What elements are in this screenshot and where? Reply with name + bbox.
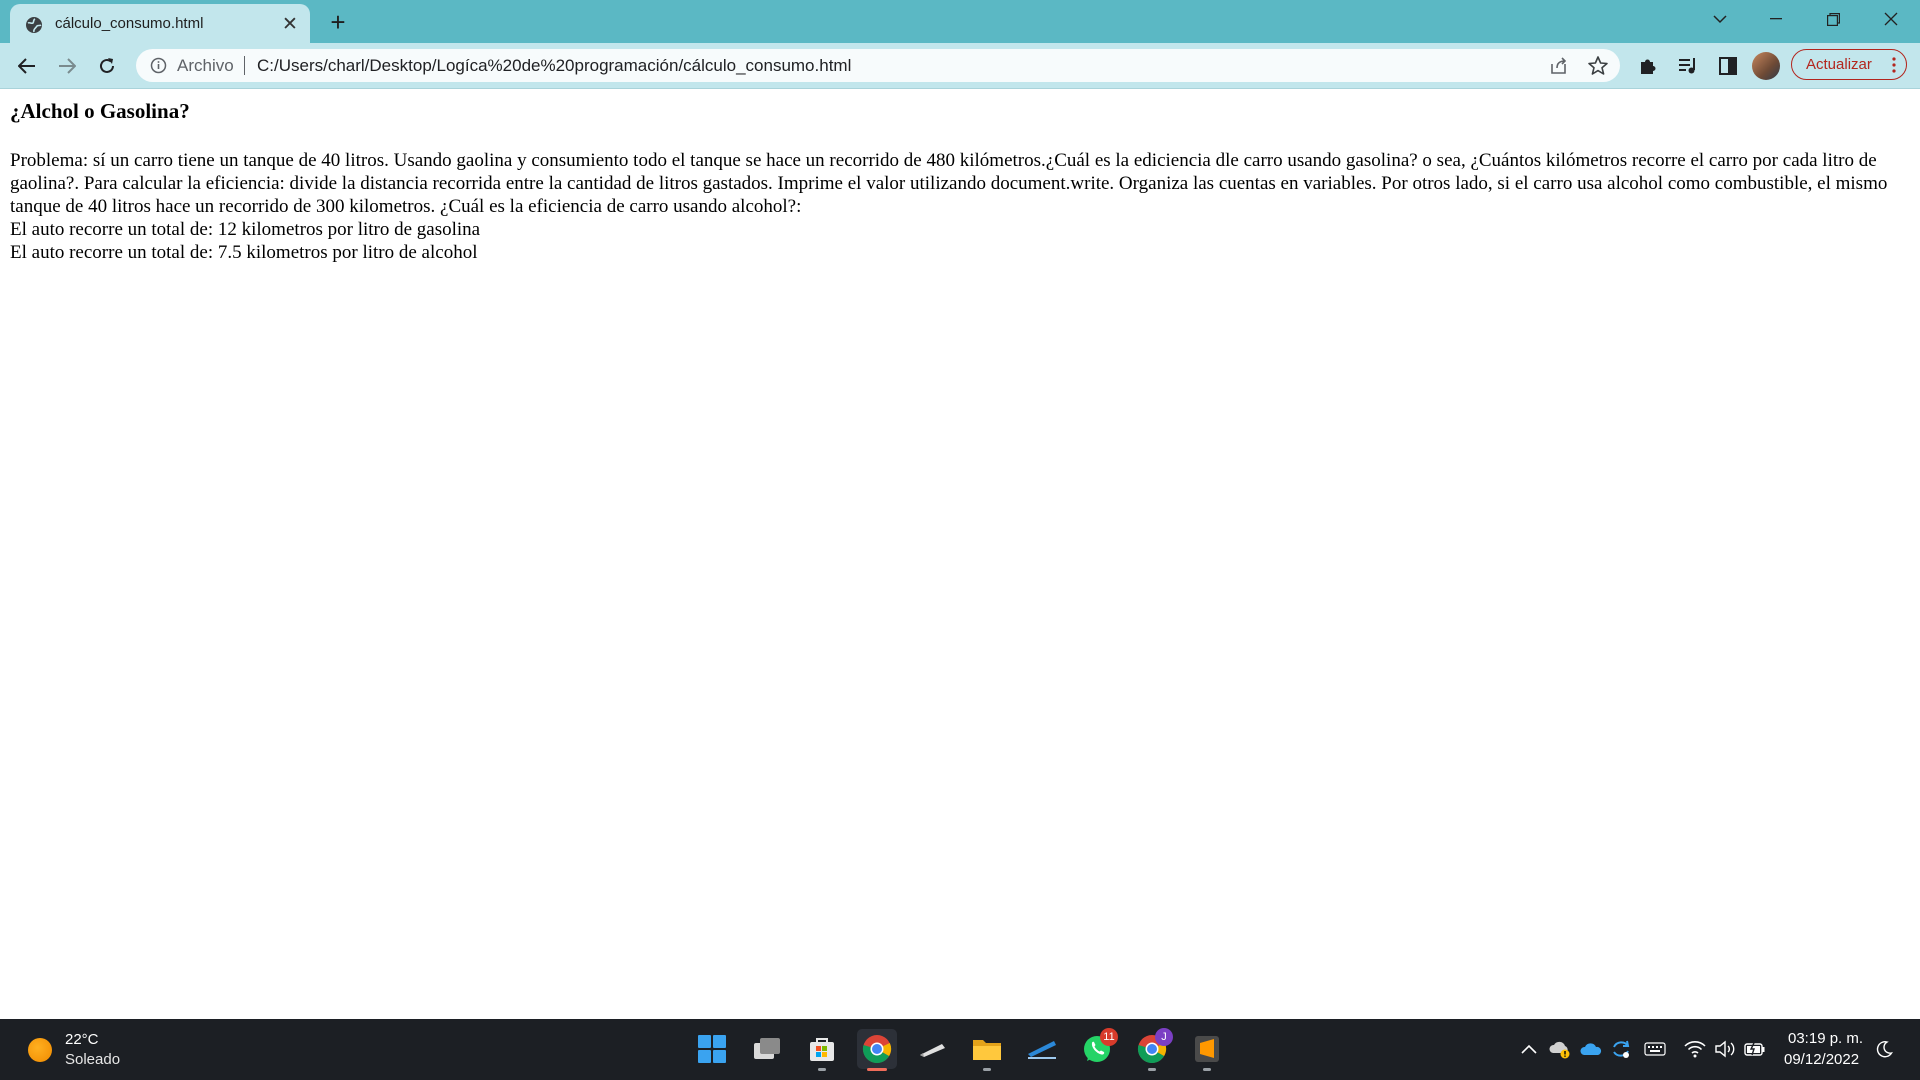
sublime-text-icon[interactable] bbox=[1187, 1029, 1227, 1071]
extensions-button[interactable] bbox=[1632, 50, 1664, 82]
app-running-indicator bbox=[1203, 1068, 1211, 1071]
reload-button[interactable] bbox=[91, 50, 123, 82]
page-content: ¿Alchol o Gasolina? Problema: sí un carr… bbox=[0, 89, 1920, 1019]
update-button[interactable]: Actualizar bbox=[1791, 49, 1907, 80]
back-button[interactable] bbox=[11, 50, 43, 82]
arrow-left-icon bbox=[18, 58, 35, 74]
tab-search-chevron-icon[interactable] bbox=[1692, 0, 1748, 38]
sun-icon bbox=[28, 1038, 52, 1062]
more-vert-icon bbox=[1892, 57, 1896, 73]
app-running-indicator bbox=[1148, 1068, 1156, 1071]
weather-condition: Soleado bbox=[65, 1051, 121, 1068]
chrome-profile-icon[interactable]: J bbox=[1132, 1028, 1173, 1071]
playlist-icon bbox=[1679, 58, 1695, 74]
close-tab-icon[interactable]: ✕ bbox=[280, 14, 300, 35]
scheme-label: Archivo bbox=[177, 56, 234, 75]
whatsapp-icon[interactable]: 11 bbox=[1077, 1028, 1118, 1069]
taskbar: 22°C Soleado 11 J 03:19 p. m. 09/12/2022 bbox=[0, 1019, 1920, 1080]
onedrive-icon[interactable] bbox=[1580, 1038, 1602, 1060]
browser-tab[interactable]: cálculo_consumo.html ✕ bbox=[10, 4, 310, 43]
address-bar[interactable]: Archivo C:/Users/charl/Desktop/Logíca%20… bbox=[136, 49, 1620, 82]
close-window-button[interactable] bbox=[1863, 0, 1919, 38]
share-icon[interactable] bbox=[1548, 55, 1570, 77]
app-running-indicator bbox=[983, 1068, 991, 1071]
task-view-icon[interactable] bbox=[747, 1029, 787, 1069]
bookmark-star-icon[interactable] bbox=[1587, 55, 1609, 77]
clock-date[interactable]: 09/12/2022 bbox=[1784, 1051, 1859, 1068]
url-text[interactable]: C:/Users/charl/Desktop/Logíca%20de%20pro… bbox=[257, 56, 851, 76]
clock-time[interactable]: 03:19 p. m. bbox=[1788, 1030, 1863, 1047]
volume-icon[interactable] bbox=[1714, 1038, 1736, 1060]
info-icon[interactable] bbox=[150, 57, 167, 74]
alcohol-result: El auto recorre un total de: 7.5 kilomet… bbox=[10, 242, 478, 263]
browser-toolbar: Archivo C:/Users/charl/Desktop/Logíca%20… bbox=[0, 43, 1920, 89]
update-button-label: Actualizar bbox=[1806, 56, 1872, 73]
tab-strip: cálculo_consumo.html ✕ + bbox=[0, 0, 1920, 43]
sync-icon[interactable] bbox=[1610, 1038, 1632, 1060]
profile-avatar[interactable] bbox=[1752, 52, 1780, 80]
forward-button[interactable] bbox=[51, 50, 83, 82]
page-heading: ¿Alchol o Gasolina? bbox=[10, 99, 190, 123]
chrome-icon[interactable] bbox=[857, 1029, 897, 1071]
keyboard-icon[interactable] bbox=[1644, 1038, 1666, 1060]
globe-icon bbox=[26, 17, 42, 33]
onedrive-warning-icon[interactable] bbox=[1549, 1038, 1571, 1060]
problem-statement: Problema: sí un carro tiene un tanque de… bbox=[10, 150, 1888, 217]
weather-temperature: 22°C bbox=[65, 1031, 99, 1048]
address-separator bbox=[244, 56, 245, 75]
new-tab-button[interactable]: + bbox=[324, 7, 352, 37]
arrow-right-icon bbox=[59, 58, 76, 74]
file-explorer-icon[interactable] bbox=[967, 1029, 1007, 1071]
unread-badge: 11 bbox=[1100, 1028, 1118, 1046]
media-controls-button[interactable] bbox=[1672, 50, 1704, 82]
wifi-icon[interactable] bbox=[1684, 1038, 1706, 1060]
puzzle-icon bbox=[1641, 59, 1656, 74]
tab-title: cálculo_consumo.html bbox=[55, 15, 204, 32]
stylus-app-icon[interactable] bbox=[1022, 1029, 1062, 1069]
minimize-button[interactable] bbox=[1748, 0, 1804, 38]
chevron-up-icon[interactable] bbox=[1518, 1038, 1540, 1060]
cloud-app-icon[interactable] bbox=[912, 1029, 952, 1069]
profile-badge: J bbox=[1155, 1028, 1173, 1046]
app-active-indicator bbox=[867, 1068, 887, 1071]
app-running-indicator bbox=[818, 1068, 826, 1071]
gasoline-result: El auto recorre un total de: 12 kilometr… bbox=[10, 219, 481, 240]
battery-charging-icon[interactable] bbox=[1744, 1038, 1766, 1060]
notifications-moon-icon[interactable] bbox=[1873, 1038, 1895, 1060]
side-panel-button[interactable] bbox=[1712, 50, 1744, 82]
side-panel-icon bbox=[1719, 57, 1737, 75]
restore-button[interactable] bbox=[1805, 0, 1861, 38]
windows-start-icon[interactable] bbox=[692, 1029, 732, 1069]
microsoft-store-icon[interactable] bbox=[802, 1029, 842, 1071]
reload-icon bbox=[100, 58, 114, 73]
